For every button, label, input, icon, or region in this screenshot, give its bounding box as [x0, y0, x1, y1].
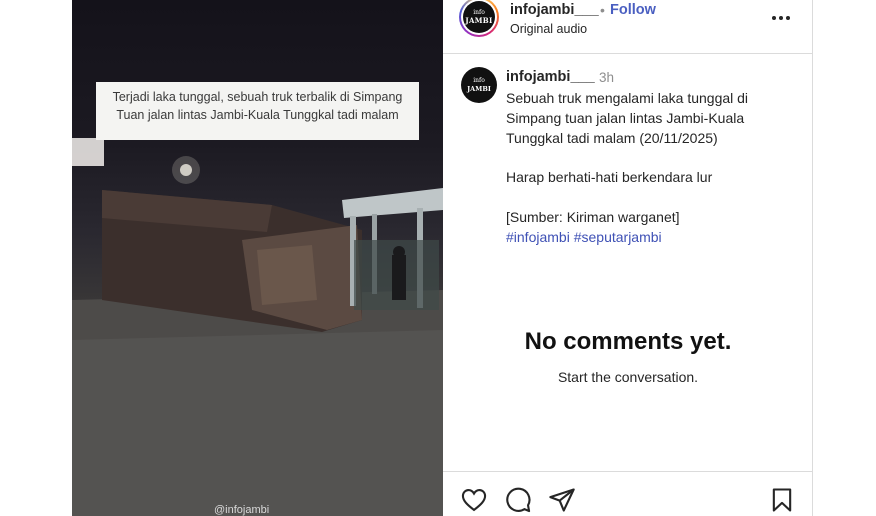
- hashtag-link[interactable]: #infojambi: [506, 229, 570, 245]
- post-header: info JAMBI infojambi___ • Follow Origina…: [443, 0, 813, 54]
- right-margin: [813, 0, 876, 516]
- caption-text: Sebuah truk mengalami laka tunggal di Si…: [506, 89, 796, 247]
- share-icon[interactable]: [548, 486, 576, 514]
- left-margin: [0, 0, 72, 516]
- comment-icon[interactable]: [504, 486, 532, 514]
- post-video[interactable]: Terjadi laka tunggal, sebuah truk terbal…: [72, 0, 443, 516]
- instagram-post-view: Terjadi laka tunggal, sebuah truk terbal…: [0, 0, 876, 516]
- original-audio-link[interactable]: Original audio: [510, 22, 587, 36]
- caption-line: [Sumber: Kiriman warganet]: [506, 208, 680, 225]
- video-caption: Terjadi laka tunggal, sebuah truk terbal…: [96, 82, 419, 140]
- video-frame: [72, 138, 443, 516]
- no-comments-subtitle: Start the conversation.: [557, 369, 699, 385]
- post-side-panel: info JAMBI infojambi___ • Follow Origina…: [443, 0, 813, 516]
- hashtag-link[interactable]: #seputarjambi: [574, 229, 662, 245]
- action-bar: [443, 471, 813, 516]
- avatar-text-top: info: [473, 77, 485, 84]
- more-options-icon[interactable]: [769, 8, 793, 28]
- avatar-text-bottom: JAMBI: [467, 85, 491, 93]
- no-comments-title: No comments yet.: [524, 328, 732, 355]
- story-ring-avatar[interactable]: info JAMBI: [459, 0, 499, 37]
- hashtag-line: #infojambi #seputarjambi: [506, 228, 796, 248]
- caption-line: Tunggkal tadi malam (20/11/2025): [506, 129, 718, 146]
- follow-button[interactable]: Follow: [610, 2, 656, 18]
- avatar: info JAMBI: [463, 1, 495, 33]
- caption-line: Simpang tuan jalan lintas Jambi-Kuala: [506, 109, 745, 126]
- header-username[interactable]: infojambi___: [510, 2, 599, 18]
- caption-username[interactable]: infojambi___: [506, 69, 595, 85]
- bookmark-icon[interactable]: [768, 486, 796, 514]
- caption-avatar[interactable]: info JAMBI: [461, 67, 497, 103]
- caption-line: Sebuah truk mengalami laka tunggal di: [506, 90, 749, 106]
- post-timestamp[interactable]: 3h: [599, 70, 614, 85]
- separator-dot: •: [600, 2, 605, 18]
- avatar-text-bottom: JAMBI: [465, 16, 493, 25]
- heart-icon[interactable]: [460, 486, 488, 514]
- video-watermark: @infojambi: [214, 504, 270, 516]
- caption-line: Harap berhati-hati berkendara lur: [506, 169, 713, 186]
